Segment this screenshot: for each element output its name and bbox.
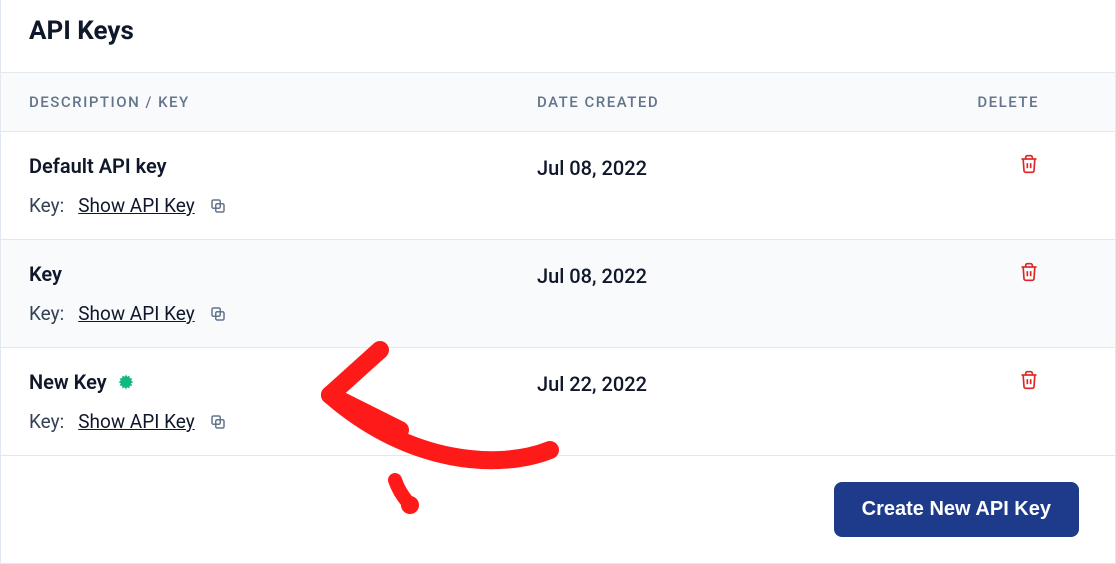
- key-name: Default API key: [29, 154, 537, 178]
- table-row: Default API key Key: Show API Key Jul 08…: [1, 132, 1115, 240]
- key-name: New Key: [29, 370, 537, 394]
- copy-icon[interactable]: [209, 413, 227, 431]
- trash-icon[interactable]: [1019, 262, 1039, 282]
- key-prefix-label: Key:: [29, 194, 64, 217]
- date-created: Jul 08, 2022: [537, 262, 917, 288]
- key-prefix-label: Key:: [29, 302, 64, 325]
- page-title: API Keys: [1, 0, 1115, 72]
- key-name: Key: [29, 262, 537, 286]
- trash-icon[interactable]: [1019, 370, 1039, 390]
- date-created: Jul 22, 2022: [537, 370, 917, 396]
- table-row: Key Key: Show API Key Jul 08, 2022: [1, 240, 1115, 348]
- date-created: Jul 08, 2022: [537, 154, 917, 180]
- table-header: DESCRIPTION / KEY DATE CREATED DELETE: [1, 72, 1115, 132]
- key-prefix-label: Key:: [29, 410, 64, 433]
- copy-icon[interactable]: [209, 197, 227, 215]
- trash-icon[interactable]: [1019, 154, 1039, 174]
- header-description: DESCRIPTION / KEY: [29, 93, 537, 111]
- header-date-created: DATE CREATED: [537, 93, 917, 111]
- header-delete: DELETE: [917, 93, 1087, 111]
- copy-icon[interactable]: [209, 305, 227, 323]
- new-badge-icon: [117, 373, 135, 391]
- show-api-key-link[interactable]: Show API Key: [78, 410, 194, 433]
- footer: Create New API Key: [1, 456, 1115, 563]
- create-new-api-key-button[interactable]: Create New API Key: [834, 482, 1079, 537]
- table-row: New Key Key: Show API Key Jul 22, 2022: [1, 348, 1115, 456]
- show-api-key-link[interactable]: Show API Key: [78, 194, 194, 217]
- show-api-key-link[interactable]: Show API Key: [78, 302, 194, 325]
